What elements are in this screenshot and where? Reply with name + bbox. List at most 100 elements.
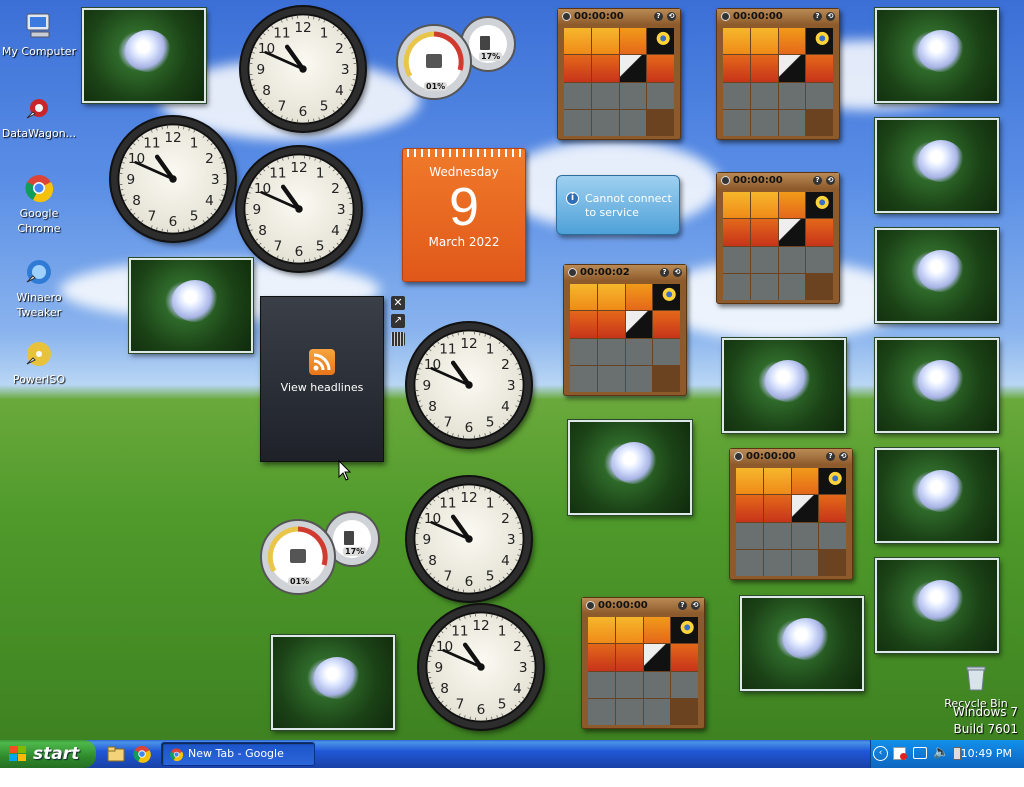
desktop-icon-label: Google Chrome	[17, 207, 60, 235]
desktop-icon-winaero-tweaker[interactable]: Winaero Tweaker	[1, 256, 77, 320]
show-hidden-icons-button[interactable]: ‹	[873, 746, 888, 761]
svg-text:8: 8	[258, 223, 267, 239]
hydrangea-photo	[918, 580, 964, 622]
start-label: start	[33, 744, 79, 764]
shuffle-icon[interactable]: ⟲	[826, 176, 835, 185]
svg-text:4: 4	[205, 193, 214, 209]
hydrangea-photo	[918, 470, 964, 512]
taskbar-button-chrome[interactable]: New Tab - Google Chr...	[161, 742, 315, 766]
svg-text:12: 12	[290, 160, 307, 176]
svg-text:8: 8	[262, 83, 271, 99]
svg-text:1: 1	[190, 136, 199, 152]
picture-puzzle-gadget[interactable]: 00:00:00?⟲	[729, 448, 853, 580]
svg-text:3: 3	[507, 378, 516, 394]
svg-text:1: 1	[486, 342, 495, 358]
explorer-quicklaunch-icon[interactable]	[107, 745, 125, 763]
cpu-meter-gadget[interactable]: 01% 17%	[260, 505, 384, 595]
slideshow-gadget[interactable]	[875, 558, 999, 653]
puzzle-board[interactable]	[736, 468, 846, 576]
clock-gadget[interactable]: 123456789101112	[237, 147, 361, 271]
weather-gadget[interactable]: i Cannot connect to service	[556, 175, 680, 235]
feed-headlines-gadget[interactable]: View headlines	[260, 296, 384, 462]
clock-gadget[interactable]: 123456789101112	[241, 7, 365, 131]
help-icon[interactable]: ?	[813, 12, 822, 21]
svg-text:6: 6	[477, 702, 486, 718]
picture-puzzle-gadget[interactable]: 00:00:00?⟲	[557, 8, 681, 140]
help-icon[interactable]: ?	[813, 176, 822, 185]
slideshow-gadget[interactable]	[82, 8, 206, 103]
svg-text:9: 9	[423, 378, 432, 394]
recycle-bin-icon	[960, 662, 992, 694]
slideshow-gadget[interactable]	[875, 8, 999, 103]
puzzle-board[interactable]	[723, 192, 833, 300]
shuffle-icon[interactable]: ⟲	[691, 601, 700, 610]
desktop-icon-poweriso[interactable]: PowerISO	[1, 338, 77, 387]
picture-puzzle-gadget[interactable]: 00:00:00?⟲	[716, 172, 840, 304]
svg-text:5: 5	[486, 568, 495, 584]
start-button[interactable]: start	[0, 740, 96, 768]
shuffle-icon[interactable]: ⟲	[667, 12, 676, 21]
slideshow-gadget[interactable]	[740, 596, 864, 691]
calendar-gadget[interactable]: Wednesday 9 March 2022	[402, 148, 526, 282]
slideshow-gadget[interactable]	[875, 228, 999, 323]
hydrangea-photo	[172, 280, 218, 322]
expand-icon[interactable]: ↗	[391, 314, 405, 328]
svg-text:6: 6	[465, 574, 474, 590]
svg-text:6: 6	[465, 420, 474, 436]
svg-text:3: 3	[519, 660, 528, 676]
puzzle-board[interactable]	[723, 28, 833, 136]
taskbar-clock[interactable]: 10:49 PM	[961, 747, 1012, 760]
clock-icon	[562, 12, 571, 21]
close-icon[interactable]: ✕	[391, 296, 405, 310]
slideshow-gadget[interactable]	[875, 118, 999, 213]
picture-puzzle-gadget[interactable]: 00:00:00?⟲	[716, 8, 840, 140]
network-icon[interactable]	[913, 747, 927, 759]
puzzle-board[interactable]	[588, 617, 698, 725]
picture-puzzle-gadget[interactable]: 00:00:00?⟲	[581, 597, 705, 729]
help-icon[interactable]: ?	[826, 452, 835, 461]
puzzle-board[interactable]	[564, 28, 674, 136]
desktop-icon-my-computer[interactable]: My Computer	[1, 10, 77, 59]
help-icon[interactable]: ?	[654, 12, 663, 21]
puzzle-board[interactable]	[570, 284, 680, 392]
svg-text:1: 1	[316, 166, 325, 182]
svg-text:4: 4	[501, 399, 510, 415]
help-icon[interactable]: ?	[678, 601, 687, 610]
clock-gadget[interactable]: 123456789101112	[111, 117, 235, 241]
slideshow-gadget[interactable]	[271, 635, 395, 730]
svg-text:11: 11	[439, 496, 456, 512]
desktop-icon-google-chrome[interactable]: Google Chrome	[1, 172, 77, 236]
slideshow-gadget[interactable]	[875, 448, 999, 543]
shuffle-icon[interactable]: ⟲	[673, 268, 682, 277]
svg-text:9: 9	[257, 62, 266, 78]
gadget-controls: ✕ ↗	[391, 296, 407, 354]
view-headlines-link[interactable]: View headlines	[261, 381, 383, 394]
system-tray: ‹ 🔈 10:49 PM	[870, 740, 1024, 768]
svg-text:1: 1	[486, 496, 495, 512]
clock-gadget[interactable]: 123456789101112	[419, 605, 543, 729]
hydrangea-photo	[314, 657, 360, 699]
slideshow-gadget[interactable]	[129, 258, 253, 353]
shuffle-icon[interactable]: ⟲	[826, 12, 835, 21]
chrome-quicklaunch-icon[interactable]	[132, 744, 152, 764]
desktop-icon-datawagon[interactable]: DataWagon...	[1, 92, 77, 141]
clock-gadget[interactable]: 123456789101112	[407, 477, 531, 601]
clock-gadget[interactable]: 123456789101112	[407, 323, 531, 447]
slideshow-gadget[interactable]	[568, 420, 692, 515]
slideshow-gadget[interactable]	[875, 338, 999, 433]
desktop: My Computer DataWagon... Google Chrome W…	[0, 0, 1024, 740]
clock-face: 123456789101112	[407, 323, 531, 447]
slideshow-gadget[interactable]	[722, 338, 846, 433]
svg-text:1: 1	[498, 624, 507, 640]
cpu-meter-gadget[interactable]: 01% 17%	[396, 10, 520, 100]
svg-text:11: 11	[439, 342, 456, 358]
drag-handle-icon[interactable]	[391, 332, 405, 346]
help-icon[interactable]: ?	[660, 268, 669, 277]
svg-text:3: 3	[507, 532, 516, 548]
volume-icon[interactable]: 🔈	[933, 745, 949, 760]
security-alert-icon[interactable]	[893, 747, 906, 760]
desktop-icon-label: PowerISO	[13, 373, 65, 386]
shuffle-icon[interactable]: ⟲	[839, 452, 848, 461]
watermark-build: Build 7601	[953, 721, 1018, 738]
picture-puzzle-gadget[interactable]: 00:00:02?⟲	[563, 264, 687, 396]
